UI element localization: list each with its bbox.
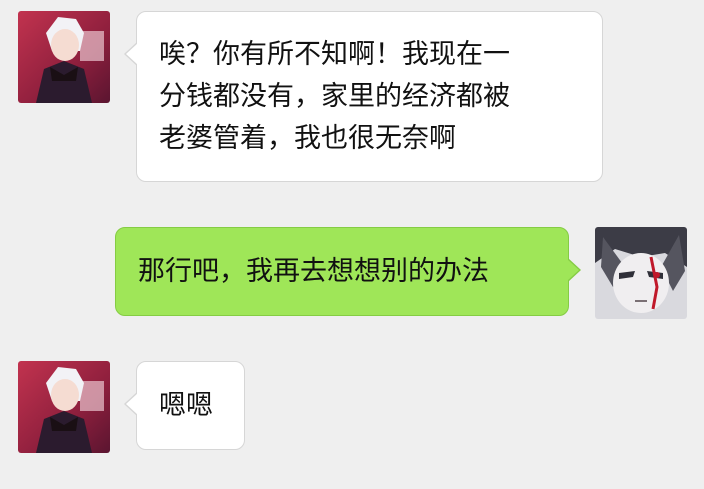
contact-avatar-image — [18, 11, 110, 103]
chat-history: 唉？你有所不知啊！我现在一 分钱都没有，家里的经济都被 老婆管着，我也很无奈啊 … — [0, 0, 704, 489]
message-text: 那行吧，我再去想想别的办法 — [138, 256, 489, 287]
message-text: 嗯嗯 — [159, 390, 213, 421]
self-avatar-image — [595, 227, 687, 319]
message-bubble-received[interactable]: 嗯嗯 — [124, 361, 245, 450]
message-text: 唉？你有所不知啊！我现在一 分钱都没有，家里的经济都被 老婆管着，我也很无奈啊 — [159, 39, 510, 154]
message-bubble-sent[interactable]: 那行吧，我再去想想别的办法 — [115, 227, 581, 316]
contact-avatar-image — [18, 361, 110, 453]
contact-avatar[interactable] — [18, 361, 110, 453]
self-avatar[interactable] — [595, 227, 687, 319]
contact-avatar[interactable] — [18, 11, 110, 103]
message-bubble-received[interactable]: 唉？你有所不知啊！我现在一 分钱都没有，家里的经济都被 老婆管着，我也很无奈啊 — [124, 11, 603, 182]
